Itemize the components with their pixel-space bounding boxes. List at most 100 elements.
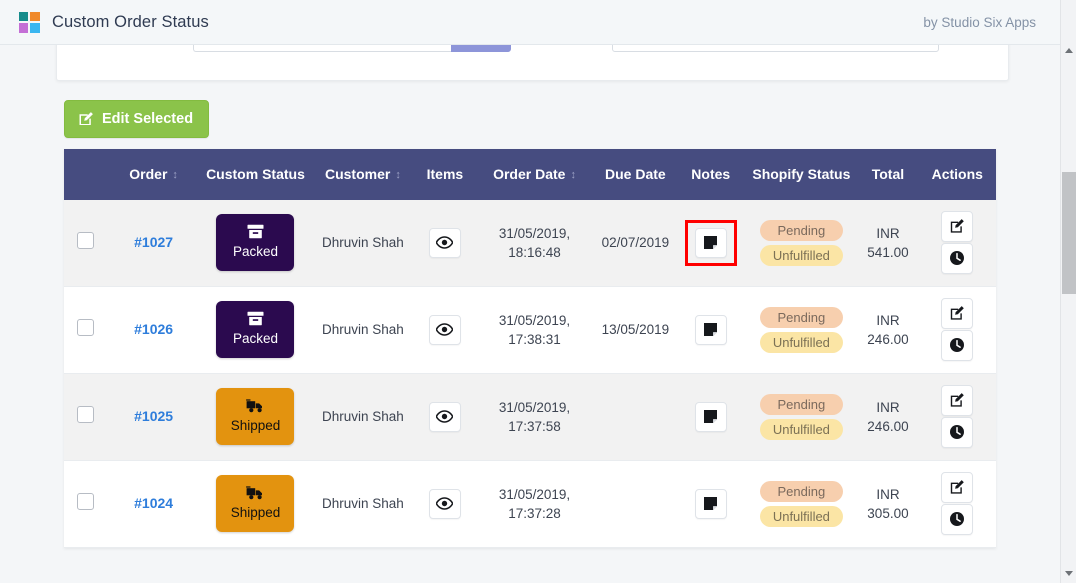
edit-order-button[interactable] (941, 297, 974, 329)
box-icon (247, 311, 264, 326)
view-items-button[interactable] (428, 314, 461, 345)
items-cell (415, 286, 475, 374)
column-header-order[interactable]: Order ↕ (106, 149, 201, 200)
sort-icon[interactable]: ↕ (172, 168, 178, 183)
column-header-actions: Actions (918, 149, 996, 200)
sort-icon[interactable]: ↕ (570, 168, 576, 183)
customer-name-cell: Dhruvin Shah (310, 286, 416, 374)
view-items-button[interactable] (428, 227, 461, 258)
custom-status-badge[interactable]: Shipped (216, 475, 295, 533)
column-header-total: Total (857, 149, 919, 200)
per-page-select[interactable] (611, 45, 939, 52)
app-header: Custom Order Status by Studio Six Apps (0, 0, 1060, 45)
customer-name-cell: Dhruvin Shah (310, 460, 416, 548)
edit-selected-label: Edit Selected (102, 111, 194, 127)
edit-order-button[interactable] (941, 471, 974, 503)
search-button[interactable] (451, 45, 511, 52)
scroll-down-arrow-icon[interactable] (1061, 565, 1076, 581)
orders-table-card: Order ↕ Custom Status Customer ↕ Items Ord… (64, 149, 996, 548)
column-header-items: Items (415, 149, 475, 200)
edit-selected-button[interactable]: Edit Selected (64, 100, 210, 138)
edit-order-button[interactable] (941, 210, 974, 242)
status-badge-pending: Pending (759, 393, 843, 415)
custom-status-badge[interactable]: Packed (216, 301, 295, 359)
custom-status-badge[interactable]: Shipped (216, 388, 295, 446)
order-history-button[interactable] (941, 416, 974, 448)
notes-button[interactable] (694, 314, 727, 345)
status-badge-unfulfilled: Unfulfilled (759, 244, 843, 266)
column-header-customer[interactable]: Customer ↕ (310, 149, 416, 200)
custom-status-badge[interactable]: Packed (216, 214, 295, 272)
actions-cell (918, 199, 996, 287)
edit-pencil-icon (949, 305, 965, 321)
order-number-link[interactable]: #1027 (134, 234, 173, 250)
custom-status-label: Packed (232, 244, 278, 260)
shopify-status-cell: Pending Unfulfilled (745, 460, 858, 548)
due-date-cell (594, 373, 677, 461)
row-select-cell (64, 373, 107, 461)
clock-icon (949, 250, 965, 266)
row-select-cell (64, 199, 107, 287)
truck-icon (245, 399, 265, 413)
total-cell: INR 541.00 (857, 199, 919, 287)
order-number-cell: #1026 (106, 286, 201, 374)
edit-pencil-icon (949, 392, 965, 408)
order-date-cell: 31/05/2019, 17:37:28 (474, 460, 595, 548)
row-checkbox[interactable] (76, 492, 94, 510)
row-checkbox[interactable] (76, 231, 94, 249)
notes-button[interactable] (694, 227, 727, 258)
orders-table-body: #1027 Packed Dhruvin Shah 31/05/2019, 18:16:… (64, 199, 996, 548)
shopify-status-cell: Pending Unfulfilled (745, 286, 858, 374)
sort-icon[interactable]: ↕ (395, 168, 401, 183)
status-badge-pending: Pending (759, 480, 843, 502)
row-checkbox[interactable] (76, 318, 94, 336)
order-number-link[interactable]: #1026 (134, 321, 173, 337)
scroll-up-arrow-icon[interactable] (1061, 42, 1076, 58)
column-header-order-date[interactable]: Order Date ↕ (474, 149, 595, 200)
order-number-link[interactable]: #1025 (134, 408, 173, 424)
filter-card: Per page (56, 45, 1009, 81)
custom-status-cell: Shipped (200, 460, 311, 548)
custom-status-label: Shipped (230, 504, 281, 520)
table-row: #1026 Packed Dhruvin Shah 31/05/2019, 17:38:… (64, 286, 996, 374)
view-items-button[interactable] (428, 488, 461, 519)
truck-icon (245, 486, 265, 500)
edit-order-button[interactable] (941, 384, 974, 416)
edit-pencil-icon (949, 218, 965, 234)
order-number-link[interactable]: #1024 (134, 495, 173, 511)
orders-table: Order ↕ Custom Status Customer ↕ Items Ord… (64, 149, 996, 548)
customer-name-cell: Dhruvin Shah (310, 373, 416, 461)
total-cell: INR 246.00 (857, 286, 919, 374)
order-history-button[interactable] (941, 329, 974, 361)
due-date-cell (594, 460, 677, 548)
custom-status-cell: Packed (200, 286, 311, 374)
column-header-select-all (64, 149, 107, 200)
status-badge-pending: Pending (759, 219, 843, 241)
items-cell (415, 460, 475, 548)
order-date-cell: 31/05/2019, 18:16:48 (474, 199, 595, 287)
filter-row: Per page (193, 45, 939, 52)
note-icon (703, 235, 718, 250)
total-cell: INR 246.00 (857, 373, 919, 461)
row-select-cell (64, 286, 107, 374)
eye-icon (436, 323, 454, 337)
notes-button[interactable] (694, 401, 727, 432)
eye-icon (436, 410, 454, 424)
table-header-row: Order ↕ Custom Status Customer ↕ Items Ord… (64, 149, 996, 200)
scrollbar-thumb[interactable] (1062, 172, 1076, 294)
custom-status-cell: Packed (200, 199, 311, 287)
clock-icon (949, 424, 965, 440)
row-checkbox[interactable] (76, 405, 94, 423)
vendor-byline: by Studio Six Apps (923, 14, 1036, 30)
vertical-scrollbar[interactable] (1060, 0, 1076, 583)
view-items-button[interactable] (428, 401, 461, 432)
column-header-due-date: Due Date (594, 149, 677, 200)
search-input[interactable] (193, 45, 451, 52)
notes-cell (676, 199, 746, 287)
status-badge-unfulfilled: Unfulfilled (759, 331, 843, 353)
order-history-button[interactable] (941, 503, 974, 535)
note-icon (703, 322, 718, 337)
notes-button[interactable] (694, 488, 727, 519)
order-history-button[interactable] (941, 242, 974, 274)
actions-cell (918, 460, 996, 548)
